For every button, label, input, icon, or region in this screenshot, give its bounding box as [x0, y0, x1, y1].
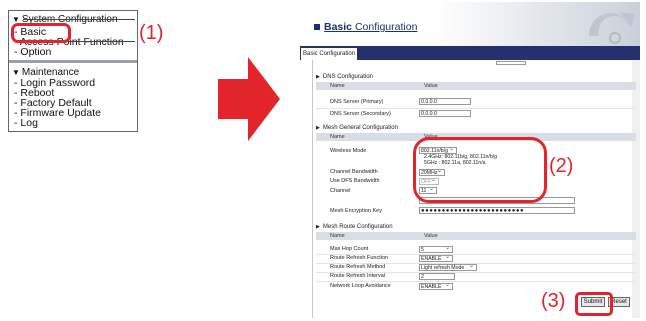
section-title-mesh-route: ▶ Mesh Route Configuration	[316, 224, 393, 230]
right-arrow-icon	[218, 57, 280, 141]
network-loop-avoidance-label: Network Loop Avoidance	[330, 283, 391, 289]
menu-item-log[interactable]: - Log	[14, 118, 38, 129]
dns-primary-input[interactable]: 0.0.0.0	[419, 98, 471, 105]
dns-secondary-input[interactable]: 0.0.0.0	[419, 110, 471, 117]
window-title-bar: Basic Configuration	[300, 2, 640, 46]
dns-secondary-label: DNS Server (Secondary)	[330, 111, 391, 117]
callout-label-2: (2)	[549, 155, 574, 177]
decorative-arrow-logo-icon	[588, 12, 635, 44]
cut-off-field[interactable]	[496, 61, 526, 65]
mesh-encryption-key-label: Mesh Encryption Key	[330, 208, 382, 214]
tab-basic-configuration[interactable]: Basic Configuration	[300, 47, 358, 60]
callout-box-3	[575, 292, 613, 316]
section-title-mesh-general: ▶ Mesh General Configuration	[316, 125, 398, 131]
max-hop-count-select[interactable]: 5	[419, 245, 453, 253]
max-hop-count-label: Max Hop Count	[330, 246, 369, 252]
mesh-route-table-header: Name Value	[316, 232, 636, 240]
callout-box-2	[413, 137, 547, 203]
col-value-header: Value	[424, 83, 438, 89]
title-bullet-icon	[314, 24, 320, 30]
col-name-header: Name	[330, 134, 345, 140]
dns-primary-label: DNS Server (Primary)	[330, 99, 384, 105]
section-triangle-icon: ▶	[316, 125, 320, 131]
row-divider	[316, 281, 636, 282]
menu-separator	[9, 60, 137, 63]
route-refresh-method-label: Route Refresh Method	[330, 264, 386, 270]
channel-label: Channel	[330, 188, 351, 194]
wireless-mode-label: Wireless Mode	[330, 148, 367, 154]
route-refresh-function-select[interactable]: ENABLE	[419, 254, 453, 262]
route-refresh-interval-label: Route Refresh Interval	[330, 273, 386, 279]
col-name-header: Name	[330, 83, 345, 89]
page-title: Basic Configuration	[324, 21, 418, 33]
section-title-dns: ▶ DNS Configuration	[316, 74, 373, 80]
dfs-bandwidth-label: Use DFS Bandwidth	[330, 178, 380, 184]
route-refresh-function-label: Route Refresh Function	[330, 255, 389, 261]
channel-bandwidth-label: Channel Bandwidth	[330, 169, 378, 175]
col-name-header: Name	[330, 233, 345, 239]
menu-item-option[interactable]: - Option	[14, 47, 51, 58]
col-value-header: Value	[424, 233, 438, 239]
callout-label-1: (1)	[139, 22, 164, 44]
callout-label-3: (3)	[541, 290, 566, 312]
expand-triangle-icon: ▼	[12, 68, 20, 77]
section-triangle-icon: ▶	[316, 74, 320, 80]
strike-line	[23, 19, 135, 20]
row-divider	[316, 108, 636, 109]
dns-table-header: Name Value	[316, 82, 636, 90]
route-refresh-interval-input[interactable]: 2	[419, 273, 455, 280]
mesh-encryption-key-input[interactable]: ●●●●●●●●●●●●●●●●●●●●●●●●●	[419, 207, 575, 214]
route-refresh-method-select[interactable]: Light refresh Mode	[419, 263, 477, 271]
callout-box-1	[11, 23, 71, 43]
scrollbar[interactable]	[632, 60, 640, 318]
section-triangle-icon: ▶	[316, 224, 320, 230]
network-loop-avoidance-select[interactable]: ENABLE	[419, 282, 453, 290]
